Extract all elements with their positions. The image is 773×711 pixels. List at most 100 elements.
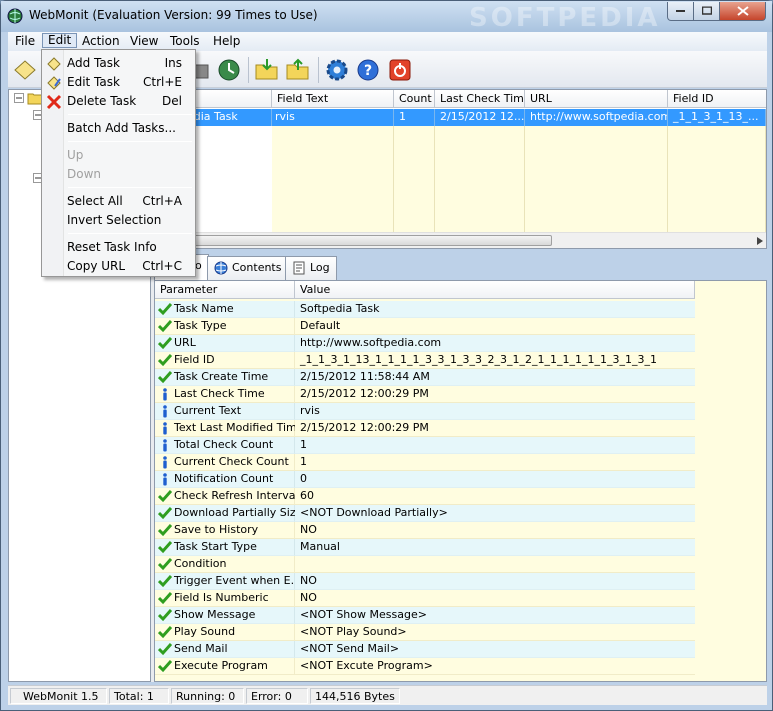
parameter-row[interactable]: Field Is Numberic NO bbox=[155, 590, 695, 607]
menu-select-all[interactable]: Select All Ctrl+A bbox=[44, 192, 194, 211]
info-icon bbox=[163, 405, 167, 418]
import-folder-icon[interactable] bbox=[254, 57, 280, 83]
menu-delete-task[interactable]: Delete Task Del bbox=[44, 92, 194, 111]
info-icon bbox=[163, 388, 167, 401]
menu-help[interactable]: Help bbox=[208, 34, 245, 49]
parameter-table[interactable]: Parameter Value Task Name Softpedia Task T… bbox=[154, 280, 767, 682]
horizontal-scrollbar[interactable] bbox=[155, 232, 766, 248]
parameter-name-cell: Last Check Time bbox=[155, 386, 295, 403]
parameter-name-cell: Text Last Modified Time bbox=[155, 420, 304, 437]
new-task-icon[interactable] bbox=[12, 57, 38, 83]
parameter-row[interactable]: Total Check Count 1 bbox=[155, 437, 695, 454]
parameter-row[interactable]: Task Start Type Manual bbox=[155, 539, 695, 556]
parameter-row[interactable]: Play Sound <NOT Play Sound> bbox=[155, 624, 695, 641]
menu-invert-selection[interactable]: Invert Selection bbox=[44, 211, 194, 230]
column-header-parameter[interactable]: Parameter bbox=[155, 281, 295, 299]
tree-collapse-icon[interactable] bbox=[14, 93, 24, 103]
title-bar[interactable]: WebMonit (Evaluation Version: 99 Times t… bbox=[1, 1, 772, 33]
scroll-right-icon[interactable] bbox=[757, 237, 763, 245]
gear-icon[interactable] bbox=[324, 57, 350, 83]
delete-task-label: Delete Task bbox=[67, 94, 137, 108]
select-all-shortcut: Ctrl+A bbox=[142, 194, 182, 208]
parameter-row[interactable]: Trigger Event when E... NO bbox=[155, 573, 695, 590]
parameter-value: Default bbox=[295, 318, 695, 335]
parameter-name: Show Message bbox=[174, 608, 256, 621]
check-icon bbox=[158, 575, 172, 588]
status-version: WebMonit 1.5 bbox=[10, 688, 107, 704]
column-header-value[interactable]: Value bbox=[295, 281, 695, 299]
parameter-name: Trigger Event when E... bbox=[174, 574, 302, 587]
parameter-row[interactable]: Text Last Modified Time 2/15/2012 12:00:2… bbox=[155, 420, 695, 437]
column-header-field-text[interactable]: Field Text bbox=[272, 90, 394, 108]
parameter-name: Field Is Numberic bbox=[174, 591, 269, 604]
parameter-row[interactable]: Show Message <NOT Show Message> bbox=[155, 607, 695, 624]
parameter-row[interactable]: Task Name Softpedia Task bbox=[155, 301, 695, 318]
maximize-button[interactable] bbox=[693, 2, 720, 21]
check-icon bbox=[158, 643, 172, 656]
application-window: WebMonit (Evaluation Version: 99 Times t… bbox=[0, 0, 773, 711]
parameter-row[interactable]: Task Create Time 2/15/2012 11:58:44 AM bbox=[155, 369, 695, 386]
close-button[interactable] bbox=[719, 2, 766, 21]
invert-selection-label: Invert Selection bbox=[67, 213, 162, 227]
menu-action[interactable]: Action bbox=[77, 34, 125, 49]
down-label: Down bbox=[67, 167, 102, 181]
parameter-name: Check Refresh Interval bbox=[174, 489, 299, 502]
parameter-row[interactable]: Current Check Count 1 bbox=[155, 454, 695, 471]
column-header-field-id[interactable]: Field ID bbox=[668, 90, 766, 108]
copy-url-shortcut: Ctrl+C bbox=[142, 259, 182, 273]
parameter-name: Execute Program bbox=[174, 659, 268, 672]
check-icon bbox=[158, 354, 172, 367]
parameter-name-cell: Check Refresh Interval bbox=[155, 488, 299, 505]
column-header-url[interactable]: URL bbox=[525, 90, 668, 108]
tab-contents[interactable]: Contents bbox=[207, 256, 289, 280]
exit-icon[interactable] bbox=[387, 57, 413, 83]
document-icon bbox=[293, 261, 305, 275]
parameter-value: 1 bbox=[295, 454, 695, 471]
menu-edit-task[interactable]: Edit Task Ctrl+E bbox=[44, 73, 194, 92]
check-icon bbox=[158, 320, 172, 333]
parameter-name: Notification Count bbox=[174, 472, 274, 485]
parameter-row[interactable]: Condition bbox=[155, 556, 695, 573]
menu-edit[interactable]: Edit bbox=[42, 33, 78, 48]
task-row-selected[interactable]: edia Task rvis 1 2/15/2012 12... http://… bbox=[155, 109, 766, 126]
menu-view[interactable]: View bbox=[125, 34, 163, 49]
parameter-row[interactable]: Save to History NO bbox=[155, 522, 695, 539]
check-icon bbox=[158, 541, 172, 554]
tab-log[interactable]: Log bbox=[285, 256, 337, 280]
parameter-row[interactable]: Send Mail <NOT Send Mail> bbox=[155, 641, 695, 658]
parameter-row[interactable]: Check Refresh Interval 60 bbox=[155, 488, 695, 505]
check-icon bbox=[158, 626, 172, 639]
parameter-row[interactable]: Notification Count 0 bbox=[155, 471, 695, 488]
menu-tools[interactable]: Tools bbox=[165, 34, 205, 49]
check-now-icon[interactable] bbox=[216, 57, 242, 83]
parameter-name: Task Create Time bbox=[174, 370, 269, 383]
parameter-name: Download Partially Size bbox=[174, 506, 303, 519]
parameter-row[interactable]: Execute Program <NOT Excute Program> bbox=[155, 658, 695, 675]
parameter-row[interactable]: URL http://www.softpedia.com bbox=[155, 335, 695, 352]
menu-add-task[interactable]: Add Task Ins bbox=[44, 54, 194, 73]
menu-batch-add-tasks[interactable]: Batch Add Tasks... bbox=[44, 119, 194, 138]
parameter-row[interactable]: Field ID _1_1_3_1_13_1_1_1_1_3_3_1_3_3_2_… bbox=[155, 352, 695, 369]
menu-copy-url[interactable]: Copy URL Ctrl+C bbox=[44, 257, 194, 276]
parameter-row[interactable]: Last Check Time 2/15/2012 12:00:29 PM bbox=[155, 386, 695, 403]
parameter-row[interactable]: Download Partially Size <NOT Download Par… bbox=[155, 505, 695, 522]
menu-file[interactable]: File bbox=[10, 34, 40, 49]
task-list[interactable]: Field Text Count Last Check Time URL Fie… bbox=[154, 89, 767, 249]
parameter-name: Play Sound bbox=[174, 625, 236, 638]
menu-reset-task-info[interactable]: Reset Task Info bbox=[44, 238, 194, 257]
scrollbar-thumb[interactable] bbox=[172, 235, 552, 246]
edit-task-icon bbox=[47, 76, 61, 90]
parameter-name-cell: Task Create Time bbox=[155, 369, 295, 386]
parameter-row[interactable]: Task Type Default bbox=[155, 318, 695, 335]
status-total: Total: 1 bbox=[109, 688, 169, 704]
help-icon[interactable]: ? bbox=[355, 57, 381, 83]
svg-text:?: ? bbox=[364, 63, 372, 79]
minimize-icon bbox=[675, 10, 685, 12]
minimize-button[interactable] bbox=[667, 2, 694, 21]
close-icon bbox=[736, 6, 749, 16]
column-header-count[interactable]: Count bbox=[394, 90, 435, 108]
column-header-last-check-time[interactable]: Last Check Time bbox=[435, 90, 525, 108]
export-folder-icon[interactable] bbox=[285, 57, 311, 83]
parameter-row[interactable]: Current Text rvis bbox=[155, 403, 695, 420]
parameter-name: Text Last Modified Time bbox=[174, 421, 304, 434]
